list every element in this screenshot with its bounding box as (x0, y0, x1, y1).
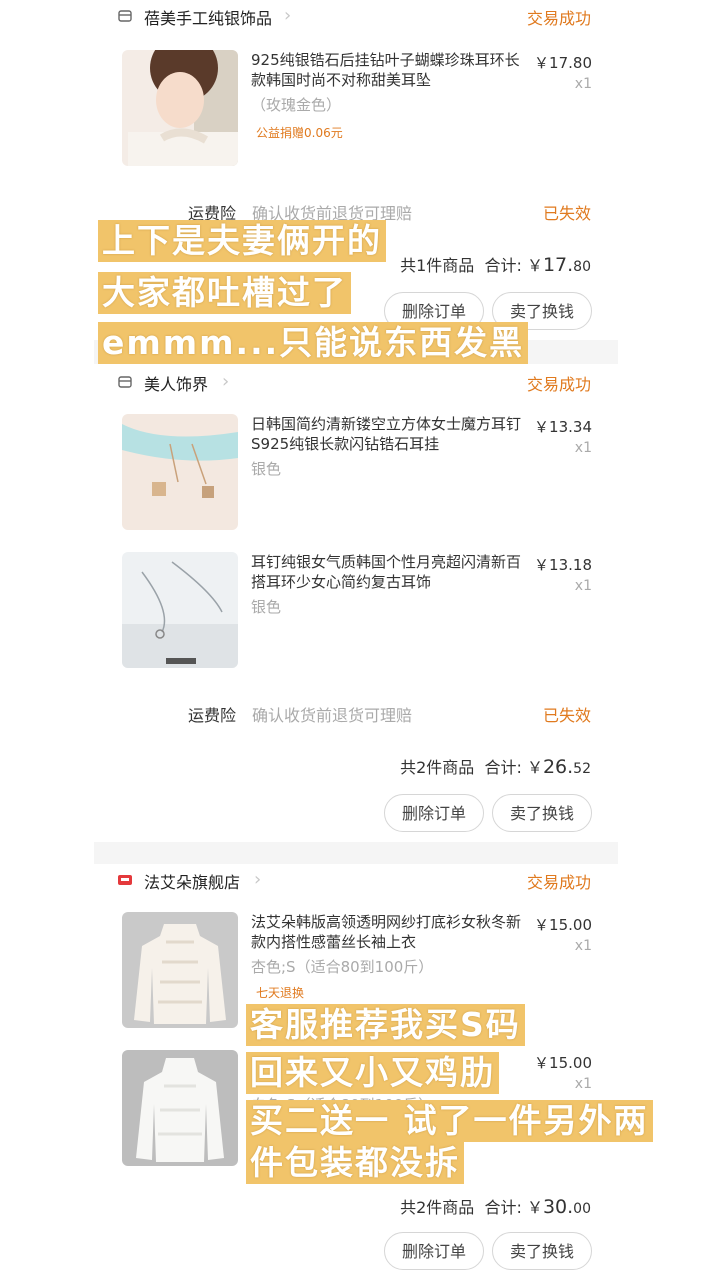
item-count: 共2件商品 (400, 1198, 475, 1217)
store-icon (118, 10, 132, 22)
shop-header[interactable]: 蓓美手工纯银饰品 › 交易成功 (94, 0, 618, 34)
product-thumbnail[interactable] (122, 414, 238, 530)
product-title[interactable]: 耳钉纯银女气质韩国个性月亮超闪清新百搭耳环少女心简约复古耳饰 (251, 552, 523, 592)
resell-button[interactable]: 卖了换钱 (492, 794, 592, 832)
order-item[interactable]: 日韩国简约清新镂空立方体女士魔方耳钉S925纯银长款闪钻锆石耳挂 银色 ￥13.… (94, 414, 618, 534)
insurance-status: 已失效 (542, 706, 591, 725)
caption-line: 大家都吐槽过了 (98, 272, 351, 314)
order-item[interactable]: 耳钉纯银女气质韩国个性月亮超闪清新百搭耳环少女心简约复古耳饰 银色 ￥13.18… (94, 552, 618, 672)
delete-order-button[interactable]: 删除订单 (384, 1232, 484, 1270)
product-spec: （玫瑰金色） (251, 96, 342, 114)
product-thumbnail[interactable] (122, 1050, 238, 1166)
shop-name[interactable]: 法艾朵旗舰店 (144, 869, 240, 893)
total-cents: 00 (573, 1201, 591, 1217)
order-total: 共2件商品 合计: ￥30.00 (400, 1194, 591, 1218)
insurance-status: 已失效 (542, 204, 591, 223)
caption-line: 买二送一 试了一件另外两 (246, 1100, 653, 1142)
return-policy-badge: 七天退换 (256, 986, 305, 1000)
total-cents: 52 (573, 761, 591, 777)
item-count: 共2件商品 (400, 758, 475, 777)
product-spec: 银色 (251, 460, 282, 478)
tmall-icon (118, 875, 132, 885)
total-currency: ￥ (526, 1198, 543, 1217)
chevron-right-icon: › (254, 869, 262, 890)
caption-line: 件包装都没拆 (246, 1142, 464, 1184)
order-separator (94, 842, 618, 864)
chevron-right-icon: › (222, 371, 230, 392)
shop-header[interactable]: 法艾朵旗舰店 › 交易成功 (94, 864, 618, 898)
product-quantity: x1 (574, 578, 592, 594)
order-item[interactable]: 925纯银锆石后挂钻叶子蝴蝶珍珠耳环长款韩国时尚不对称甜美耳坠 （玫瑰金色） 公… (94, 50, 618, 170)
product-title[interactable]: 日韩国简约清新镂空立方体女士魔方耳钉S925纯银长款闪钻锆石耳挂 (251, 414, 523, 454)
product-thumbnail[interactable] (122, 912, 238, 1028)
product-quantity: x1 (574, 1076, 592, 1092)
product-quantity: x1 (574, 76, 592, 92)
order-status: 交易成功 (526, 873, 591, 892)
product-thumbnail[interactable] (122, 50, 238, 166)
product-quantity: x1 (574, 440, 592, 456)
total-label: 合计: (484, 1198, 522, 1217)
product-price: ￥13.34 (534, 418, 592, 436)
order-status: 交易成功 (526, 9, 591, 28)
product-title[interactable]: 925纯银锆石后挂钻叶子蝴蝶珍珠耳环长款韩国时尚不对称甜美耳坠 (251, 50, 523, 90)
chevron-right-icon: › (284, 5, 292, 26)
total-label: 合计: (484, 256, 522, 275)
resell-button[interactable]: 卖了换钱 (492, 1232, 592, 1270)
item-count: 共1件商品 (400, 256, 475, 275)
product-price: ￥17.80 (534, 54, 592, 72)
total-currency: ￥ (526, 256, 543, 275)
shop-name[interactable]: 美人饰界 (144, 371, 208, 395)
store-icon (118, 376, 132, 388)
shop-header[interactable]: 美人饰界 › 交易成功 (94, 366, 618, 400)
delete-order-button[interactable]: 删除订单 (384, 794, 484, 832)
caption-line: 客服推荐我买S码 (246, 1004, 525, 1046)
product-title[interactable]: 法艾朵韩版高领透明网纱打底衫女秋冬新款内搭性感蕾丝长袖上衣 (251, 912, 523, 952)
total-currency: ￥ (526, 758, 543, 777)
order-status: 交易成功 (526, 375, 591, 394)
product-price: ￥13.18 (534, 556, 592, 574)
caption-line: emmm...只能说东西发黑 (98, 322, 529, 364)
charity-badge: 公益捐赠0.06元 (256, 126, 343, 140)
product-price: ￥15.00 (534, 916, 592, 934)
product-price: ￥15.00 (534, 1054, 592, 1072)
product-quantity: x1 (574, 938, 592, 954)
total-amount: 17. (542, 254, 574, 276)
order-total: 共1件商品 合计: ￥17.80 (400, 252, 591, 276)
total-cents: 80 (573, 259, 591, 275)
insurance-desc: 确认收货前退货可理赔 (252, 706, 413, 725)
shipping-insurance-row: 运费险 确认收货前退货可理赔 已失效 (94, 702, 618, 732)
order-total: 共2件商品 合计: ￥26.52 (400, 754, 591, 778)
total-amount: 30. (542, 1196, 574, 1218)
product-spec: 杏色;S（适合80到100斤） (251, 958, 434, 976)
insurance-label: 运费险 (188, 706, 237, 725)
shop-name[interactable]: 蓓美手工纯银饰品 (144, 5, 272, 29)
product-spec: 银色 (251, 598, 282, 616)
caption-line: 上下是夫妻俩开的 (98, 220, 386, 262)
total-label: 合计: (484, 758, 522, 777)
product-thumbnail[interactable] (122, 552, 238, 668)
total-amount: 26. (542, 756, 574, 778)
caption-line: 回来又小又鸡肋 (246, 1052, 499, 1094)
